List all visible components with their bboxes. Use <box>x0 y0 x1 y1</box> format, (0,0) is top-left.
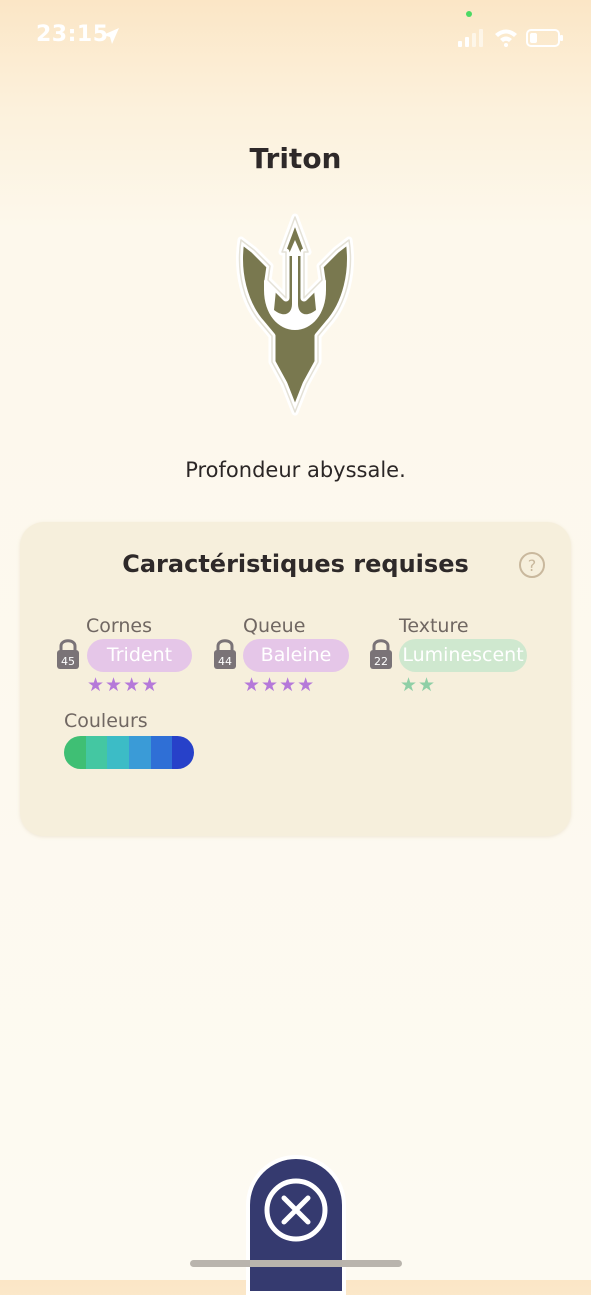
trait-stars-queue: ★★★★ <box>243 674 316 696</box>
colors-label: Couleurs <box>64 710 148 732</box>
battery-icon <box>526 29 563 47</box>
trait-label-texture: Texture <box>399 615 469 637</box>
color-swatch-bar <box>64 736 194 769</box>
trait-stars-cornes: ★★★★ <box>87 674 160 696</box>
privacy-indicator-dot <box>466 11 472 17</box>
color-swatch-0 <box>64 736 86 769</box>
lock-icon: 45 <box>57 639 79 669</box>
page-title: Triton <box>249 142 342 175</box>
wifi-icon <box>495 29 517 47</box>
lock-icon: 44 <box>214 639 236 669</box>
color-swatch-2 <box>107 736 130 769</box>
trait-value-trident: Trident <box>87 639 192 672</box>
trait-label-queue: Queue <box>243 615 306 637</box>
color-swatch-3 <box>129 736 151 769</box>
home-indicator <box>190 1260 402 1267</box>
color-swatch-5 <box>172 736 194 769</box>
status-bar: 23:15 <box>0 0 591 80</box>
trait-label-cornes: Cornes <box>86 615 152 637</box>
lock-level-queue: 44 <box>218 655 232 668</box>
color-swatch-1 <box>85 736 108 769</box>
question-mark-icon[interactable]: ? <box>518 551 546 579</box>
status-time: 23:15 <box>36 22 109 47</box>
requirements-title: Caractéristiques requises <box>122 550 469 578</box>
location-arrow-icon <box>103 28 119 44</box>
color-swatch-4 <box>150 736 173 769</box>
svg-text:?: ? <box>528 556 537 575</box>
trident-icon <box>236 213 354 416</box>
requirements-card: Caractéristiques requises ? Cornes 45 Tr… <box>20 522 571 836</box>
trait-value-luminescent: Luminescent <box>399 639 527 672</box>
trait-stars-texture: ★★ <box>400 674 437 696</box>
lock-level-cornes: 45 <box>61 655 75 668</box>
lock-level-texture: 22 <box>374 655 388 668</box>
close-icon[interactable] <box>262 1176 330 1244</box>
lock-icon: 22 <box>370 639 392 669</box>
creature-description: Profondeur abyssale. <box>185 458 406 482</box>
signal-icon <box>458 29 483 47</box>
trait-value-baleine: Baleine <box>243 639 349 672</box>
